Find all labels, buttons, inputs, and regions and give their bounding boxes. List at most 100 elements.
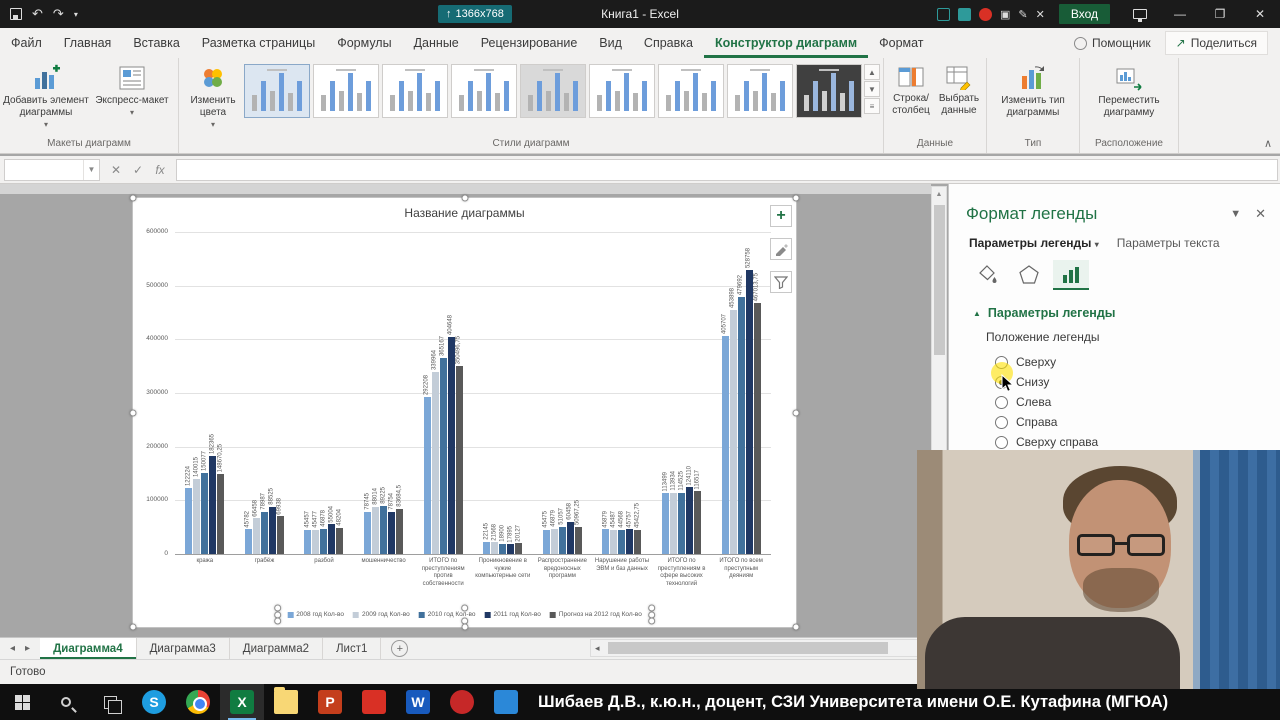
formula-input[interactable]: [176, 158, 1278, 181]
chart-style-thumbnail-2[interactable]: [313, 64, 379, 118]
red-app-taskbar-button[interactable]: [352, 684, 396, 720]
ribbon-tab-8[interactable]: Справка: [633, 28, 704, 58]
legend-item[interactable]: 2010 год Кол-во: [418, 611, 476, 618]
chart-title[interactable]: Название диаграммы: [133, 206, 796, 220]
radio-icon[interactable]: [995, 415, 1008, 429]
selection-handle[interactable]: [792, 409, 800, 416]
gallery-down-icon[interactable]: ▼: [864, 81, 880, 97]
search-button[interactable]: [44, 684, 88, 720]
name-box-caret-icon[interactable]: ▼: [83, 159, 99, 180]
ribbon-tab-4[interactable]: Формулы: [326, 28, 402, 58]
start-button[interactable]: [0, 684, 44, 720]
grid-tool-icon[interactable]: [958, 7, 971, 21]
skype-taskbar-button[interactable]: S: [132, 684, 176, 720]
chart-style-thumbnail-6[interactable]: [589, 64, 655, 118]
minimize-button[interactable]: —: [1160, 0, 1200, 28]
close-tool-icon[interactable]: ✕: [1036, 8, 1045, 21]
legend-position-option-2[interactable]: Слева: [995, 392, 1280, 412]
selection-handle[interactable]: [129, 623, 137, 631]
task-view-button[interactable]: [88, 684, 132, 720]
sheet-nav-right-icon[interactable]: ▸: [25, 643, 30, 654]
insert-function-button[interactable]: fx: [150, 163, 170, 177]
legend-position-option-1[interactable]: Снизу: [995, 372, 1280, 392]
selection-handle[interactable]: [461, 604, 468, 612]
legend-item[interactable]: 2011 год Кол-во: [484, 611, 541, 618]
cancel-icon[interactable]: ✕: [106, 163, 126, 177]
name-box[interactable]: ▼: [4, 158, 100, 181]
record-app-taskbar-button[interactable]: [440, 684, 484, 720]
gallery-more-icon[interactable]: ≡: [864, 98, 880, 114]
horizontal-scrollbar[interactable]: ◂: [590, 639, 930, 657]
undo-icon[interactable]: ↶: [32, 6, 43, 22]
collapse-ribbon-icon[interactable]: ∧: [1264, 137, 1272, 150]
add-chart-element-button[interactable]: Добавить элемент диаграммы ▾: [3, 60, 89, 129]
scroll-up-icon[interactable]: ▲: [932, 187, 946, 202]
ribbon-tab-6[interactable]: Рецензирование: [470, 28, 589, 58]
chart-elements-button[interactable]: +: [770, 205, 792, 227]
ribbon-tab-0[interactable]: Файл: [0, 28, 53, 58]
sheet-tab-1[interactable]: Диаграмма3: [137, 638, 230, 659]
enter-icon[interactable]: ✓: [128, 163, 148, 177]
excel-taskbar-button[interactable]: X: [220, 684, 264, 720]
effects-icon[interactable]: [1011, 260, 1047, 290]
chart-style-thumbnail-1[interactable]: [244, 64, 310, 118]
chart[interactable]: Название диаграммы 0 100000 200000 300000 40…: [129, 194, 800, 631]
vertical-scroll-thumb[interactable]: [934, 205, 945, 355]
legend-item[interactable]: 2009 год Кол-во: [352, 611, 410, 618]
chart-style-thumbnail-7[interactable]: [658, 64, 724, 118]
chart-style-thumbnail-4[interactable]: [451, 64, 517, 118]
chrome-taskbar-button[interactable]: [176, 684, 220, 720]
legend-options-section[interactable]: ▲ Параметры легенды: [949, 290, 1280, 320]
sheet-tab-3[interactable]: Лист1: [323, 638, 382, 659]
legend-position-option-3[interactable]: Справа: [995, 412, 1280, 432]
tab-text-options[interactable]: Параметры текста: [1117, 236, 1220, 250]
legend-position-option-0[interactable]: Сверху: [995, 352, 1280, 372]
camera-tool-icon[interactable]: ▣: [1000, 8, 1010, 21]
powerpoint-taskbar-button[interactable]: P: [308, 684, 352, 720]
selection-handle[interactable]: [792, 194, 800, 202]
select-data-button[interactable]: Выбрать данные: [935, 60, 983, 117]
change-colors-button[interactable]: Изменить цвета ▾: [182, 60, 244, 129]
legend-item[interactable]: Прогноз на 2012 год Кол-во: [549, 611, 642, 618]
horizontal-scroll-thumb[interactable]: [607, 642, 888, 654]
selection-handle[interactable]: [273, 617, 281, 625]
ribbon-tab-7[interactable]: Вид: [588, 28, 633, 58]
selection-handle[interactable]: [129, 194, 137, 202]
ribbon-tab-3[interactable]: Разметка страницы: [191, 28, 326, 58]
chart-style-thumbnail-8[interactable]: [727, 64, 793, 118]
fill-line-icon[interactable]: [969, 260, 1005, 290]
ribbon-tab-10[interactable]: Формат: [868, 28, 934, 58]
camera-app-taskbar-button[interactable]: [484, 684, 528, 720]
assistant-button[interactable]: Помощник: [1073, 36, 1151, 50]
sheet-tab-2[interactable]: Диаграмма2: [230, 638, 323, 659]
ribbon-tab-5[interactable]: Данные: [403, 28, 470, 58]
change-chart-type-button[interactable]: Изменить тип диаграммы: [990, 60, 1076, 119]
switch-row-column-button[interactable]: Строка/ столбец: [887, 60, 935, 117]
ribbon-tab-9[interactable]: Конструктор диаграмм: [704, 28, 868, 58]
customize-qat-icon[interactable]: ▾: [74, 10, 78, 19]
quick-layout-button[interactable]: Экспресс-макет ▾: [89, 60, 175, 117]
sign-in-button[interactable]: Вход: [1058, 4, 1110, 24]
ribbon-tab-1[interactable]: Главная: [53, 28, 123, 58]
selection-handle[interactable]: [792, 623, 800, 631]
sheet-tab-0[interactable]: Диаграмма4: [40, 638, 137, 659]
pane-close-icon[interactable]: ✕: [1255, 206, 1266, 222]
chart-style-thumbnail-5[interactable]: [520, 64, 586, 118]
selection-handle[interactable]: [461, 623, 468, 631]
selection-handle[interactable]: [648, 617, 656, 625]
pane-dropdown-icon[interactable]: ▼: [1230, 208, 1241, 220]
radio-icon[interactable]: [995, 435, 1008, 449]
radio-icon[interactable]: [995, 395, 1008, 409]
legend-item[interactable]: 2008 год Кол-во: [287, 611, 344, 618]
save-icon[interactable]: [10, 8, 22, 20]
selection-handle[interactable]: [461, 194, 468, 202]
gallery-up-icon[interactable]: ▲: [864, 64, 880, 80]
chart-filters-button[interactable]: [770, 271, 792, 293]
chart-legend[interactable]: 2008 год Кол-во 2009 год Кол-во 2010 год К…: [273, 604, 656, 625]
record-dot-icon[interactable]: [979, 7, 992, 21]
scroll-left-icon[interactable]: ◂: [591, 643, 604, 654]
legend-position-option-4[interactable]: Сверху справа: [995, 432, 1280, 452]
chart-styles-button[interactable]: [770, 238, 792, 260]
new-sheet-button[interactable]: +: [391, 640, 409, 657]
selection-handle[interactable]: [129, 409, 137, 416]
